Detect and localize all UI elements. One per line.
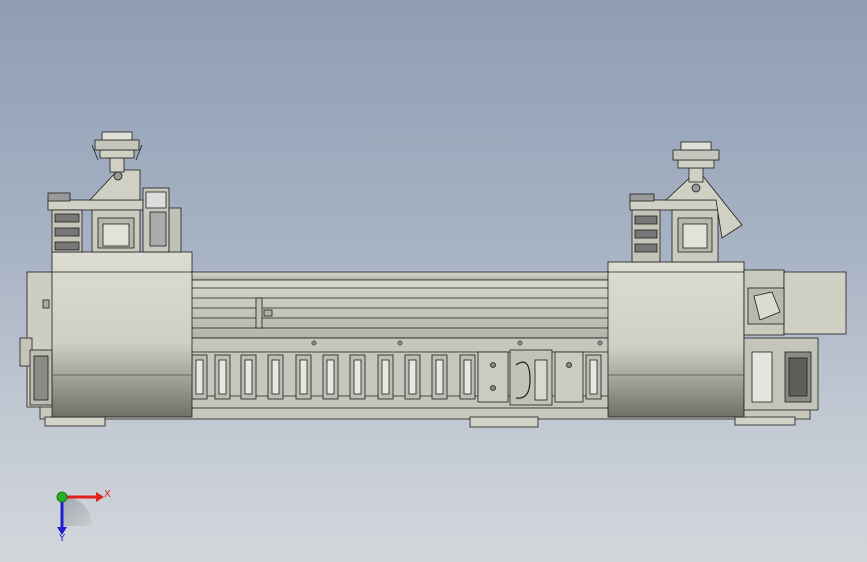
carriage-right bbox=[607, 261, 745, 418]
rail-main-body bbox=[189, 279, 611, 339]
x-arrow-head bbox=[96, 492, 104, 502]
y-axis-label: Y bbox=[58, 533, 66, 544]
chain-link bbox=[431, 354, 448, 400]
rail-divider bbox=[255, 297, 263, 329]
chain-link bbox=[295, 354, 312, 400]
chain-end-bracket-left bbox=[477, 351, 509, 403]
triad-origin bbox=[56, 491, 68, 503]
triad-shadow bbox=[62, 496, 92, 526]
base-foot-right bbox=[734, 416, 796, 426]
linear-module-drawing: X Y bbox=[19, 131, 847, 544]
left-end-bolt bbox=[42, 299, 50, 309]
right-top-assembly bbox=[629, 141, 743, 263]
chain-link bbox=[349, 354, 366, 400]
left-top-assembly bbox=[47, 131, 182, 253]
x-axis-label: X bbox=[104, 489, 111, 500]
cad-viewport[interactable]: X Y bbox=[0, 0, 867, 562]
base-foot-middle bbox=[469, 416, 539, 428]
rail-screw bbox=[263, 309, 273, 317]
chain-link bbox=[267, 354, 284, 400]
chain-link bbox=[404, 354, 421, 400]
chain-link bbox=[214, 354, 231, 400]
chain-link bbox=[322, 354, 339, 400]
chain-link bbox=[240, 354, 257, 400]
base-foot-left bbox=[44, 416, 106, 427]
chain-link bbox=[459, 354, 476, 400]
carriage-left bbox=[29, 251, 193, 418]
chain-end-bracket-right bbox=[554, 351, 584, 403]
chain-link bbox=[191, 354, 208, 400]
right-end-motor bbox=[743, 269, 847, 411]
axis-triad: X Y bbox=[56, 489, 111, 544]
chain-link bbox=[377, 354, 394, 400]
rail-top-strip bbox=[189, 271, 611, 281]
